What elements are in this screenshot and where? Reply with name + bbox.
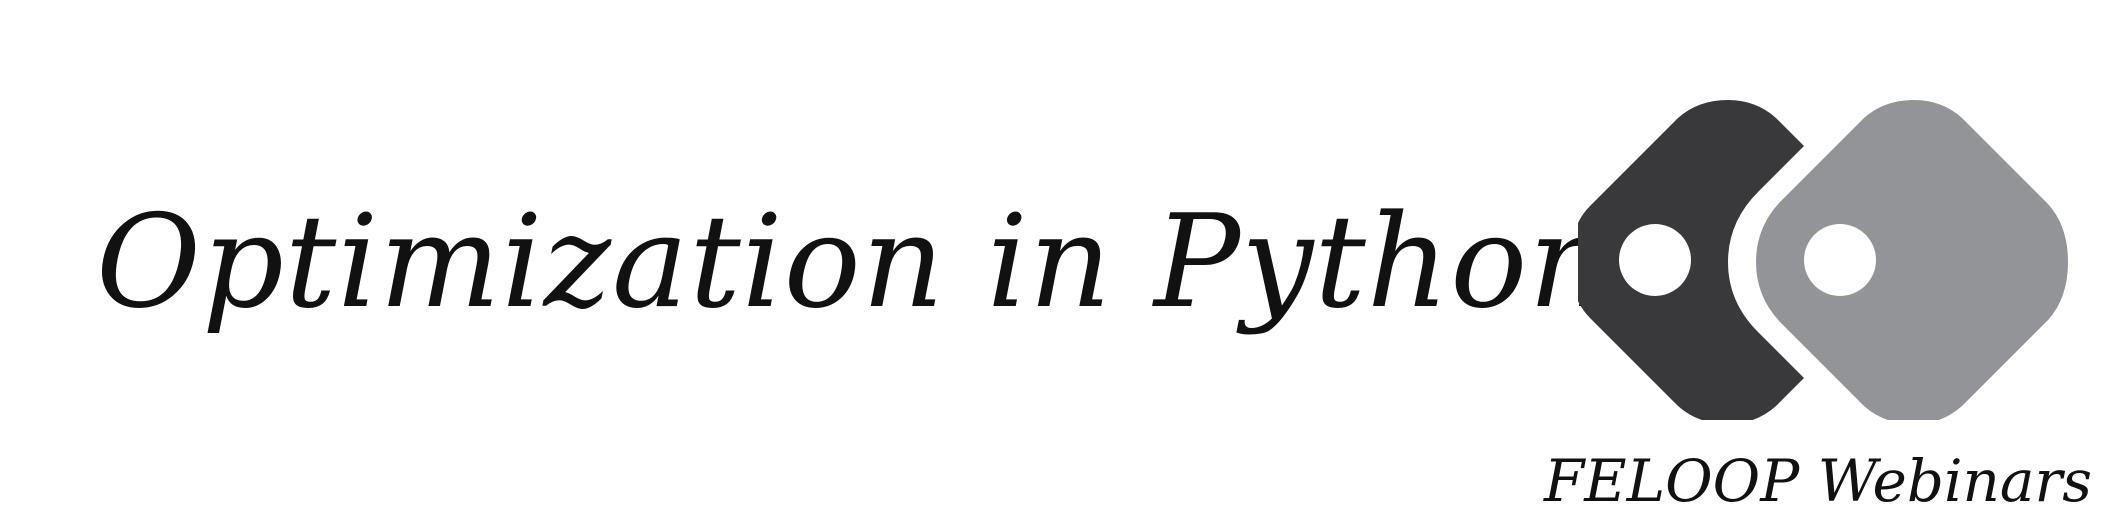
logo-right-eye: [1804, 224, 1876, 296]
logo-left-eye: [1619, 224, 1691, 296]
logo-right-shape: [1756, 100, 2068, 420]
banner-title: Optimization in Python: [96, 188, 1612, 337]
feloop-logo-icon: [1578, 100, 2068, 420]
webinar-banner: Optimization in Python FELOOP Webinars: [0, 0, 2112, 528]
banner-subtitle: FELOOP Webinars: [1544, 447, 2092, 515]
